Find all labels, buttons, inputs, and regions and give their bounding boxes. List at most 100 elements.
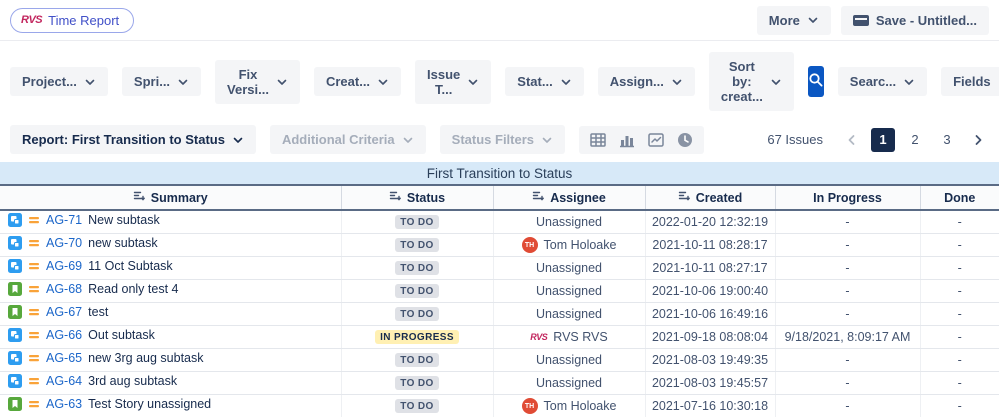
table-row: AG-70 new subtask TO DO TH Tom Holoake 2… [0,233,999,257]
column-header[interactable]: Assignee [493,184,646,211]
page-number[interactable]: 3 [935,128,959,152]
priority-medium-icon [28,214,40,226]
page-prev-icon[interactable] [841,133,863,147]
status-filters-dropdown[interactable]: Status Filters [439,125,566,154]
in-progress-value: - [775,302,921,326]
filter-dropdown[interactable]: Stat... [505,67,584,96]
table-row: AG-71 New subtask TO DO Unassigned 2022-… [0,210,999,234]
created-value: 2021-07-16 10:30:18 [645,394,776,417]
status-badge: TO DO [395,284,439,298]
filter-label: Fix Versi... [227,66,269,97]
time-view-icon[interactable] [676,131,694,149]
issue-summary: 3rd aug subtask [88,374,178,388]
assignee-name: Unassigned [535,283,602,298]
column-header-label: Assignee [550,190,606,205]
issue-key-link[interactable]: AG-63 [46,397,82,411]
app-button-label: Time Report [48,12,120,28]
issue-summary: new subtask [88,236,158,250]
created-value: 2021-10-06 16:49:16 [645,302,776,326]
assignee-name: Unassigned [535,214,602,229]
filter-dropdown[interactable]: Creat... [313,67,402,96]
table-header-row: Summary Status Assignee Created In Progr… [0,184,999,211]
created-value: 2021-10-11 08:27:17 [645,256,776,280]
subtask-icon [8,328,22,342]
column-header[interactable]: Created [645,184,776,211]
filter-label: Creat... [325,74,371,89]
priority-medium-icon [28,398,40,410]
save-button[interactable]: Save - Untitled... [840,5,989,35]
issue-summary: Read only test 4 [88,282,179,296]
filter-dropdown[interactable]: Assign... [597,67,695,96]
chevron-down-icon [232,134,244,146]
table-row: AG-66 Out subtask IN PROGRESS RVS RVS RV… [0,325,999,349]
priority-medium-icon [28,283,40,295]
filter-dropdown[interactable]: Issue T... [415,59,492,104]
status-badge: TO DO [395,353,439,367]
issue-key-link[interactable]: AG-66 [46,328,82,342]
rvs-logo-icon: RVS [21,14,43,26]
line-chart-view-icon[interactable] [647,131,665,149]
chevron-down-icon [770,76,782,88]
page-number[interactable]: 1 [871,127,895,152]
assignee-name: Tom Holoake [543,399,617,414]
filter-dropdown[interactable]: Spri... [121,67,202,96]
column-header: Done [920,184,999,211]
save-icon [852,14,869,26]
column-header[interactable]: Summary [0,184,342,211]
status-filters-label: Status Filters [451,132,535,147]
filter-dropdown[interactable]: Sort by: creat... [708,52,794,111]
issue-key-link[interactable]: AG-68 [46,282,82,296]
additional-criteria-dropdown[interactable]: Additional Criteria [269,125,426,154]
chevron-down-icon [560,76,572,88]
status-badge: TO DO [395,238,439,252]
more-button[interactable]: More [756,5,831,35]
issue-key-link[interactable]: AG-69 [46,259,82,273]
chevron-down-icon [903,76,915,88]
search-button[interactable] [807,66,824,97]
issue-key-link[interactable]: AG-70 [46,236,82,250]
sort-icon [389,190,401,205]
filter-dropdown[interactable]: Project... [10,67,108,96]
issue-key-link[interactable]: AG-64 [46,374,82,388]
priority-medium-icon [28,260,40,272]
done-value: - [920,256,999,280]
page-next-icon[interactable] [967,133,989,147]
column-header[interactable]: Status [341,184,494,211]
report-type-dropdown[interactable]: Report: First Transition to Status [10,125,256,154]
status-badge: TO DO [395,307,439,321]
assignee-name: RVS RVS [553,330,608,344]
filter-label: Project... [22,74,77,89]
sort-icon [678,190,690,205]
issue-key-link[interactable]: AG-71 [46,213,82,227]
time-report-app-button[interactable]: RVS Time Report [10,7,135,33]
table-row: AG-63 Test Story unassigned TO DO TH Tom… [0,394,999,417]
assignee-avatar: TH [521,237,538,254]
page-number[interactable]: 2 [903,128,927,152]
filter-label: Sort by: creat... [720,59,763,104]
filter-dropdown[interactable]: Fix Versi... [215,59,300,104]
issue-key-link[interactable]: AG-65 [46,351,82,365]
column-header-label: Status [406,190,446,205]
report-bar: Report: First Transition to Status Addit… [0,123,999,162]
rvs-avatar-icon: RVS [530,332,548,342]
filter-dropdown[interactable]: Searc... [837,67,928,96]
assignee-name: Unassigned [535,306,602,321]
assignee-name: Unassigned [535,260,602,275]
chevron-down-icon [541,134,553,146]
pagination-area: 67 Issues 123 [767,127,989,152]
issue-key-link[interactable]: AG-67 [46,305,82,319]
in-progress-value: - [775,348,921,372]
story-icon [8,397,22,411]
done-value: - [920,325,999,349]
table-view-icon[interactable] [589,131,607,149]
in-progress-value: 9/18/2021, 8:09:17 AM [775,325,921,349]
filter-dropdown[interactable]: Fields [941,67,999,96]
bar-chart-view-icon[interactable] [618,131,636,149]
issue-summary: New subtask [88,213,160,228]
table-row: AG-69 11 Oct Subtask TO DO Unassigned 20… [0,256,999,280]
chevron-down-icon [84,76,96,88]
search-icon [808,72,824,91]
priority-medium-icon [28,375,40,387]
report-table: Summary Status Assignee Created In Progr… [0,184,999,417]
chevron-down-icon [671,76,683,88]
